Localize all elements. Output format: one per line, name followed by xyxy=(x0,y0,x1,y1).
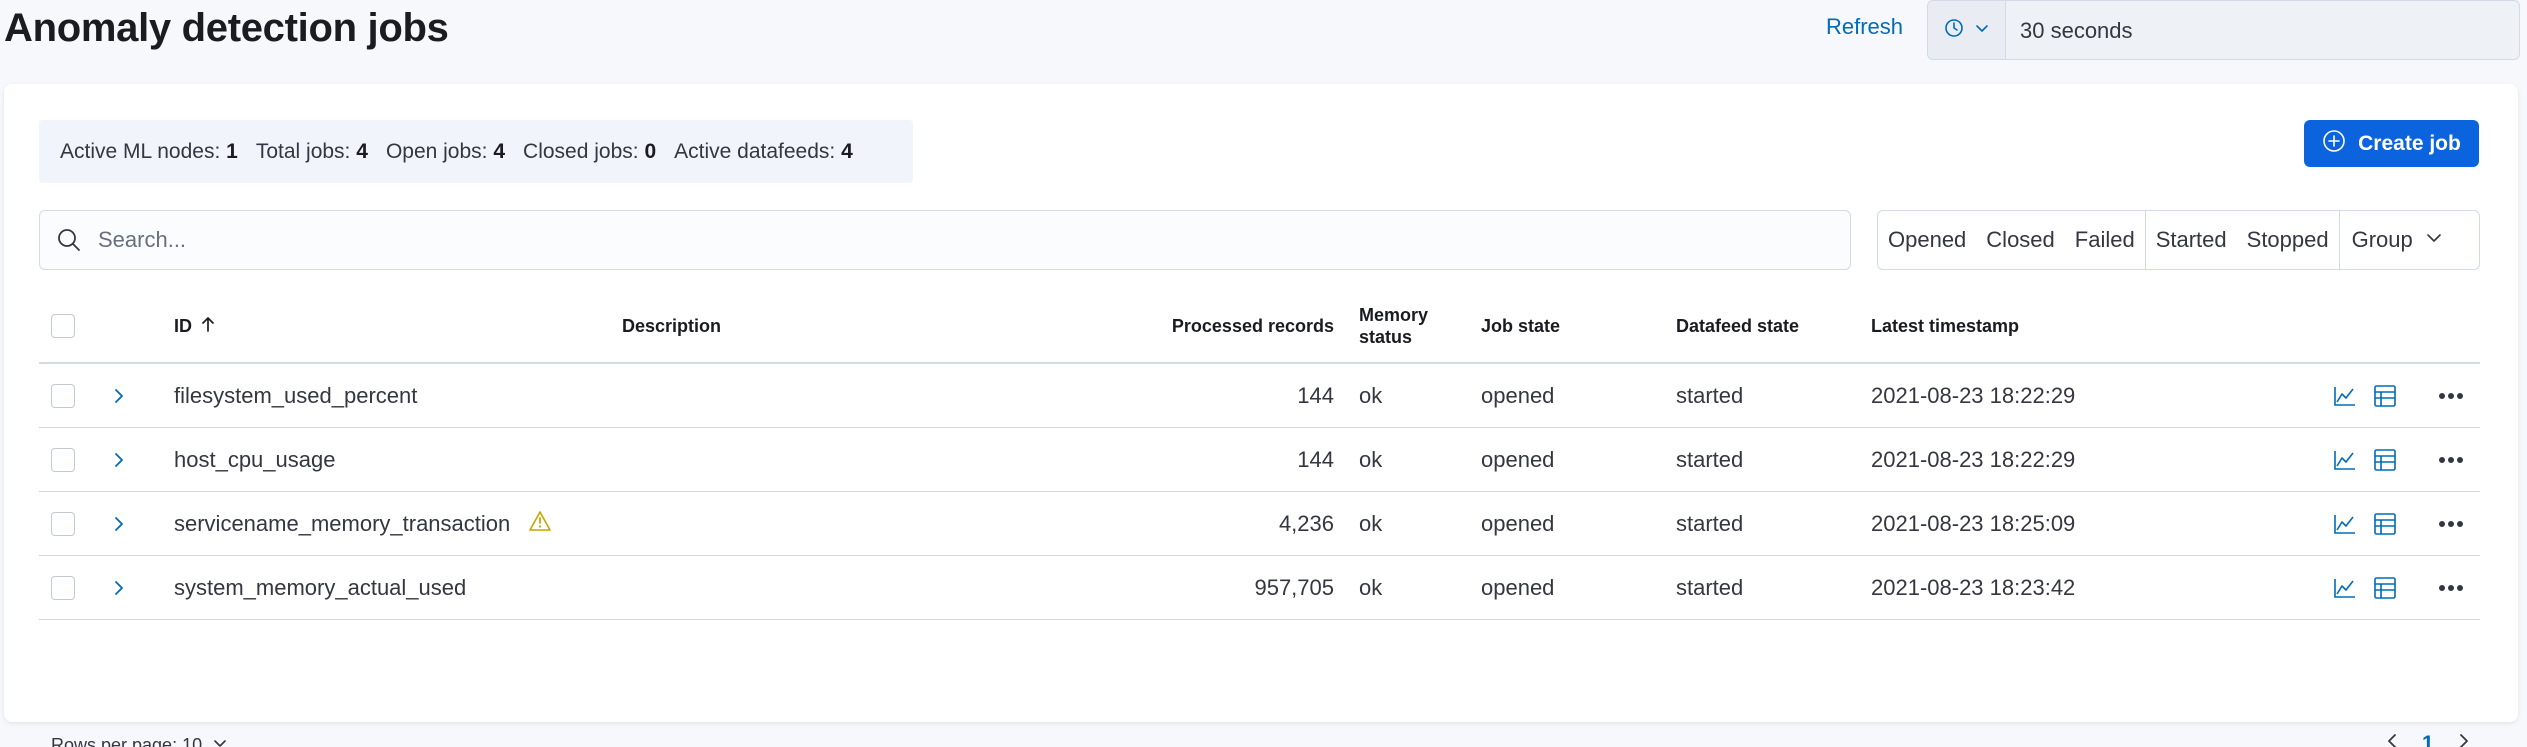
row-checkbox[interactable] xyxy=(51,492,75,555)
plus-in-circle-icon xyxy=(2322,129,2346,159)
job-state: opened xyxy=(1481,382,1555,408)
chevron-right-icon[interactable] xyxy=(111,556,127,619)
jobs-panel: Active ML nodes: 1 Total jobs: 4 Open jo… xyxy=(4,84,2518,747)
column-header-job-state[interactable]: Job state xyxy=(1481,288,1560,364)
row-checkbox[interactable] xyxy=(51,428,75,491)
column-header-description[interactable]: Description xyxy=(622,288,721,364)
stat-open-jobs: Open jobs: 4 xyxy=(385,139,506,163)
stat-active-datafeeds: Active datafeeds: 4 xyxy=(674,139,853,163)
table-row: host_cpu_usage 144 ok opened started 202… xyxy=(39,428,2480,492)
job-id: filesystem_used_percent xyxy=(174,382,418,408)
latest-timestamp: 2021-08-23 18:25:09 xyxy=(1871,510,2076,536)
filter-closed[interactable]: Closed xyxy=(1976,211,2064,269)
chart-line-icon[interactable] xyxy=(2333,428,2357,491)
ellipsis-icon[interactable] xyxy=(2438,428,2464,491)
filter-started[interactable]: Started xyxy=(2146,211,2237,269)
chevron-right-icon[interactable] xyxy=(111,428,127,491)
job-id: system_memory_actual_used xyxy=(174,574,467,600)
filter-stopped[interactable]: Stopped xyxy=(2237,211,2339,269)
datafeed-state: started xyxy=(1676,574,1744,600)
table-row: servicename_memory_transaction 4,236 ok … xyxy=(39,492,2480,556)
job-state: opened xyxy=(1481,510,1555,536)
table-header: ID Description Processed records Memory … xyxy=(39,288,2480,364)
processed-records: 957,705 xyxy=(1254,574,1334,600)
create-job-label: Create job xyxy=(2358,131,2461,155)
processed-records: 4,236 xyxy=(1278,510,1334,536)
latest-timestamp: 2021-08-23 18:22:29 xyxy=(1871,382,2076,408)
filter-group: Opened Closed Failed Started Stopped Gro… xyxy=(1877,210,2480,270)
chart-line-icon[interactable] xyxy=(2333,556,2357,619)
stat-closed-jobs: Closed jobs: 0 xyxy=(523,139,657,163)
pagination: 1 xyxy=(2384,731,2472,747)
sort-ascending-icon xyxy=(200,315,216,338)
job-id: servicename_memory_transaction xyxy=(174,510,511,536)
job-state: opened xyxy=(1481,446,1555,472)
column-header-processed-records[interactable]: Processed records xyxy=(1089,288,1334,364)
chevron-down-icon xyxy=(212,735,228,747)
stat-active-ml-nodes: Active ML nodes: 1 xyxy=(60,139,238,163)
processed-records: 144 xyxy=(1297,382,1334,408)
rows-per-page-label: Rows per page: 10 xyxy=(51,735,203,747)
row-checkbox[interactable] xyxy=(51,556,75,619)
clock-icon xyxy=(1944,18,1964,43)
table-grid-icon[interactable] xyxy=(2373,364,2397,427)
processed-records: 144 xyxy=(1297,446,1334,472)
interval-value: 30 seconds xyxy=(2020,18,2133,43)
page-1-button[interactable]: 1 xyxy=(2422,732,2434,747)
job-id: host_cpu_usage xyxy=(174,446,336,472)
latest-timestamp: 2021-08-23 18:23:42 xyxy=(1871,574,2076,600)
memory-status: ok xyxy=(1359,382,1383,408)
search-icon xyxy=(56,227,82,258)
chevron-right-icon[interactable] xyxy=(111,492,127,555)
table-row: system_memory_actual_used 957,705 ok ope… xyxy=(39,556,2480,620)
ellipsis-icon[interactable] xyxy=(2438,556,2464,619)
search-bar xyxy=(39,210,1851,270)
column-header-memory-status[interactable]: Memory status xyxy=(1359,288,1428,364)
filter-opened[interactable]: Opened xyxy=(1878,211,1976,269)
job-stats-bar: Active ML nodes: 1 Total jobs: 4 Open jo… xyxy=(39,120,913,183)
chevron-down-icon xyxy=(2425,227,2443,253)
chevron-right-icon[interactable] xyxy=(111,364,127,427)
interval-toggle[interactable] xyxy=(1928,1,2006,59)
table-row: filesystem_used_percent 144 ok opened st… xyxy=(39,364,2480,428)
chevron-left-icon[interactable] xyxy=(2384,731,2400,747)
ellipsis-icon[interactable] xyxy=(2438,364,2464,427)
select-all-checkbox[interactable] xyxy=(51,288,75,364)
datafeed-state: started xyxy=(1676,510,1744,536)
stat-total-jobs: Total jobs: 4 xyxy=(255,139,368,163)
search-input[interactable] xyxy=(98,211,1838,269)
refresh-button[interactable]: Refresh xyxy=(1826,14,1903,40)
job-state: opened xyxy=(1481,574,1555,600)
table-grid-icon[interactable] xyxy=(2373,556,2397,619)
column-header-id[interactable]: ID xyxy=(174,288,216,364)
memory-status: ok xyxy=(1359,574,1383,600)
chevron-right-icon[interactable] xyxy=(2456,731,2472,747)
latest-timestamp: 2021-08-23 18:22:29 xyxy=(1871,446,2076,472)
table-grid-icon[interactable] xyxy=(2373,492,2397,555)
jobs-table: ID Description Processed records Memory … xyxy=(39,288,2480,620)
filter-group-dropdown[interactable]: Group xyxy=(2340,211,2457,269)
chart-line-icon[interactable] xyxy=(2333,364,2357,427)
warning-triangle-icon xyxy=(528,510,552,538)
row-checkbox[interactable] xyxy=(51,364,75,427)
create-job-button[interactable]: Create job xyxy=(2304,120,2479,167)
ellipsis-icon[interactable] xyxy=(2438,492,2464,555)
column-header-datafeed-state[interactable]: Datafeed state xyxy=(1676,288,1799,364)
chart-line-icon[interactable] xyxy=(2333,492,2357,555)
table-grid-icon[interactable] xyxy=(2373,428,2397,491)
job-id-cell: servicename_memory_transaction xyxy=(174,492,552,555)
rows-per-page-button[interactable]: Rows per page: 10 xyxy=(51,735,228,747)
memory-status: ok xyxy=(1359,510,1383,536)
column-header-latest-timestamp[interactable]: Latest timestamp xyxy=(1871,288,2019,364)
group-label: Group xyxy=(2351,227,2413,252)
datafeed-state: started xyxy=(1676,446,1744,472)
memory-status: ok xyxy=(1359,446,1383,472)
refresh-interval-picker[interactable]: 30 seconds xyxy=(1927,0,2520,60)
chevron-down-icon xyxy=(1974,20,1990,41)
filter-failed[interactable]: Failed xyxy=(2065,211,2145,269)
datafeed-state: started xyxy=(1676,382,1744,408)
page-title: Anomaly detection jobs xyxy=(4,6,449,50)
